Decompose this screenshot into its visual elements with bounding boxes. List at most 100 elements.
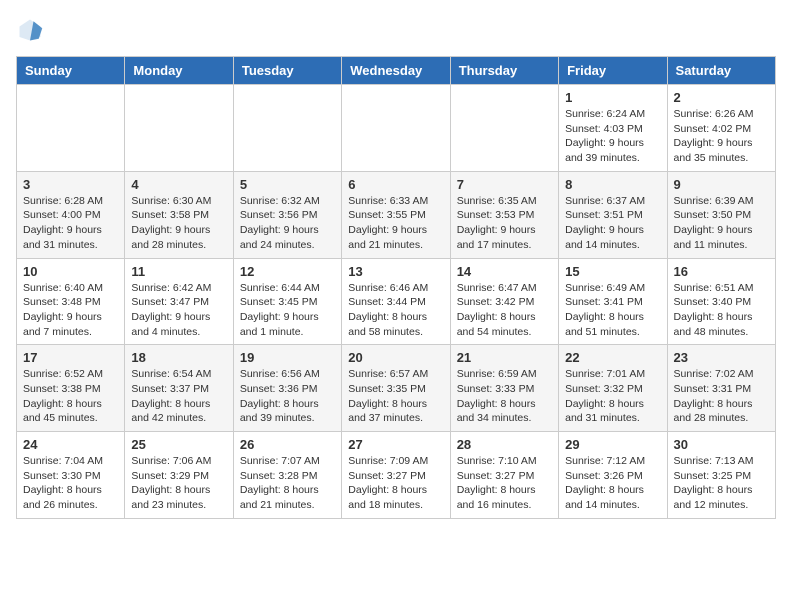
day-number: 20 bbox=[348, 350, 443, 365]
day-info: Sunrise: 6:44 AM Sunset: 3:45 PM Dayligh… bbox=[240, 281, 335, 340]
weekday-header-monday: Monday bbox=[125, 57, 233, 85]
calendar-cell: 9Sunrise: 6:39 AM Sunset: 3:50 PM Daylig… bbox=[667, 171, 775, 258]
day-info: Sunrise: 6:46 AM Sunset: 3:44 PM Dayligh… bbox=[348, 281, 443, 340]
weekday-header-friday: Friday bbox=[559, 57, 667, 85]
weekday-header-sunday: Sunday bbox=[17, 57, 125, 85]
calendar-cell: 10Sunrise: 6:40 AM Sunset: 3:48 PM Dayli… bbox=[17, 258, 125, 345]
day-number: 11 bbox=[131, 264, 226, 279]
day-number: 26 bbox=[240, 437, 335, 452]
weekday-header-row: SundayMondayTuesdayWednesdayThursdayFrid… bbox=[17, 57, 776, 85]
calendar-cell: 27 Sunrise: 7:09 AM Sunset: 3:27 PM Dayli… bbox=[342, 432, 450, 519]
calendar-cell: 7Sunrise: 6:35 AM Sunset: 3:53 PM Daylig… bbox=[450, 171, 558, 258]
day-number: 2 bbox=[674, 90, 769, 105]
calendar-cell: 30 Sunrise: 7:13 AM Sunset: 3:25 PM Dayli… bbox=[667, 432, 775, 519]
day-info: Sunrise: 6:37 AM Sunset: 3:51 PM Dayligh… bbox=[565, 194, 660, 253]
calendar-cell: 1 Sunrise: 6:24 AM Sunset: 4:03 PM Daylig… bbox=[559, 85, 667, 172]
day-info: Sunrise: 6:51 AM Sunset: 3:40 PM Dayligh… bbox=[674, 281, 769, 340]
day-number: 3 bbox=[23, 177, 118, 192]
logo-icon bbox=[16, 16, 44, 44]
week-row-2: 3 Sunrise: 6:28 AM Sunset: 4:00 PM Daylig… bbox=[17, 171, 776, 258]
calendar-cell: 25Sunrise: 7:06 AM Sunset: 3:29 PM Dayli… bbox=[125, 432, 233, 519]
day-info: Sunrise: 7:10 AM Sunset: 3:27 PM Dayligh… bbox=[457, 454, 552, 513]
day-number: 27 bbox=[348, 437, 443, 452]
day-number: 24 bbox=[23, 437, 118, 452]
calendar-cell: 3 Sunrise: 6:28 AM Sunset: 4:00 PM Daylig… bbox=[17, 171, 125, 258]
week-row-3: 10Sunrise: 6:40 AM Sunset: 3:48 PM Dayli… bbox=[17, 258, 776, 345]
day-info: Sunrise: 6:52 AM Sunset: 3:38 PM Dayligh… bbox=[23, 367, 118, 426]
calendar-cell: 12 Sunrise: 6:44 AM Sunset: 3:45 PM Dayli… bbox=[233, 258, 341, 345]
calendar-cell: 15 Sunrise: 6:49 AM Sunset: 3:41 PM Dayli… bbox=[559, 258, 667, 345]
day-info: Sunrise: 7:07 AM Sunset: 3:28 PM Dayligh… bbox=[240, 454, 335, 513]
day-info: Sunrise: 6:57 AM Sunset: 3:35 PM Dayligh… bbox=[348, 367, 443, 426]
day-info: Sunrise: 7:01 AM Sunset: 3:32 PM Dayligh… bbox=[565, 367, 660, 426]
day-number: 5 bbox=[240, 177, 335, 192]
day-info: Sunrise: 6:40 AM Sunset: 3:48 PM Dayligh… bbox=[23, 281, 118, 340]
day-info: Sunrise: 6:28 AM Sunset: 4:00 PM Dayligh… bbox=[23, 194, 118, 253]
day-number: 28 bbox=[457, 437, 552, 452]
day-number: 29 bbox=[565, 437, 660, 452]
day-info: Sunrise: 6:30 AM Sunset: 3:58 PM Dayligh… bbox=[131, 194, 226, 253]
calendar-cell: 13Sunrise: 6:46 AM Sunset: 3:44 PM Dayli… bbox=[342, 258, 450, 345]
day-number: 12 bbox=[240, 264, 335, 279]
day-number: 6 bbox=[348, 177, 443, 192]
weekday-header-tuesday: Tuesday bbox=[233, 57, 341, 85]
day-number: 16 bbox=[674, 264, 769, 279]
weekday-header-saturday: Saturday bbox=[667, 57, 775, 85]
calendar-cell bbox=[233, 85, 341, 172]
calendar-cell: 28 Sunrise: 7:10 AM Sunset: 3:27 PM Dayli… bbox=[450, 432, 558, 519]
calendar-cell bbox=[342, 85, 450, 172]
day-info: Sunrise: 6:42 AM Sunset: 3:47 PM Dayligh… bbox=[131, 281, 226, 340]
calendar-cell: 2 Sunrise: 6:26 AM Sunset: 4:02 PM Daylig… bbox=[667, 85, 775, 172]
day-info: Sunrise: 6:32 AM Sunset: 3:56 PM Dayligh… bbox=[240, 194, 335, 253]
calendar-cell: 4 Sunrise: 6:30 AM Sunset: 3:58 PM Daylig… bbox=[125, 171, 233, 258]
day-number: 22 bbox=[565, 350, 660, 365]
calendar-cell: 26 Sunrise: 7:07 AM Sunset: 3:28 PM Dayli… bbox=[233, 432, 341, 519]
calendar-cell bbox=[17, 85, 125, 172]
calendar-cell: 20 Sunrise: 6:57 AM Sunset: 3:35 PM Dayli… bbox=[342, 345, 450, 432]
weekday-header-thursday: Thursday bbox=[450, 57, 558, 85]
day-number: 4 bbox=[131, 177, 226, 192]
day-number: 18 bbox=[131, 350, 226, 365]
calendar-cell: 19 Sunrise: 6:56 AM Sunset: 3:36 PM Dayli… bbox=[233, 345, 341, 432]
calendar-cell: 16 Sunrise: 6:51 AM Sunset: 3:40 PM Dayli… bbox=[667, 258, 775, 345]
day-info: Sunrise: 6:26 AM Sunset: 4:02 PM Dayligh… bbox=[674, 107, 769, 166]
week-row-5: 24 Sunrise: 7:04 AM Sunset: 3:30 PM Dayli… bbox=[17, 432, 776, 519]
day-number: 17 bbox=[23, 350, 118, 365]
calendar: SundayMondayTuesdayWednesdayThursdayFrid… bbox=[16, 56, 776, 519]
weekday-header-wednesday: Wednesday bbox=[342, 57, 450, 85]
day-info: Sunrise: 7:13 AM Sunset: 3:25 PM Dayligh… bbox=[674, 454, 769, 513]
calendar-cell: 6Sunrise: 6:33 AM Sunset: 3:55 PM Daylig… bbox=[342, 171, 450, 258]
day-number: 14 bbox=[457, 264, 552, 279]
calendar-cell: 21Sunrise: 6:59 AM Sunset: 3:33 PM Dayli… bbox=[450, 345, 558, 432]
week-row-1: 1 Sunrise: 6:24 AM Sunset: 4:03 PM Daylig… bbox=[17, 85, 776, 172]
day-number: 15 bbox=[565, 264, 660, 279]
calendar-cell: 17 Sunrise: 6:52 AM Sunset: 3:38 PM Dayli… bbox=[17, 345, 125, 432]
week-row-4: 17 Sunrise: 6:52 AM Sunset: 3:38 PM Dayli… bbox=[17, 345, 776, 432]
calendar-cell: 29 Sunrise: 7:12 AM Sunset: 3:26 PM Dayli… bbox=[559, 432, 667, 519]
day-number: 25 bbox=[131, 437, 226, 452]
day-info: Sunrise: 6:35 AM Sunset: 3:53 PM Dayligh… bbox=[457, 194, 552, 253]
calendar-cell: 24 Sunrise: 7:04 AM Sunset: 3:30 PM Dayli… bbox=[17, 432, 125, 519]
day-info: Sunrise: 6:24 AM Sunset: 4:03 PM Dayligh… bbox=[565, 107, 660, 166]
calendar-cell: 18Sunrise: 6:54 AM Sunset: 3:37 PM Dayli… bbox=[125, 345, 233, 432]
day-number: 1 bbox=[565, 90, 660, 105]
calendar-cell: 5 Sunrise: 6:32 AM Sunset: 3:56 PM Daylig… bbox=[233, 171, 341, 258]
day-info: Sunrise: 7:04 AM Sunset: 3:30 PM Dayligh… bbox=[23, 454, 118, 513]
day-info: Sunrise: 6:59 AM Sunset: 3:33 PM Dayligh… bbox=[457, 367, 552, 426]
day-info: Sunrise: 7:12 AM Sunset: 3:26 PM Dayligh… bbox=[565, 454, 660, 513]
calendar-cell: 22 Sunrise: 7:01 AM Sunset: 3:32 PM Dayli… bbox=[559, 345, 667, 432]
day-number: 19 bbox=[240, 350, 335, 365]
day-number: 23 bbox=[674, 350, 769, 365]
calendar-cell bbox=[450, 85, 558, 172]
day-info: Sunrise: 7:09 AM Sunset: 3:27 PM Dayligh… bbox=[348, 454, 443, 513]
calendar-cell: 23 Sunrise: 7:02 AM Sunset: 3:31 PM Dayli… bbox=[667, 345, 775, 432]
day-number: 8 bbox=[565, 177, 660, 192]
calendar-cell: 14 Sunrise: 6:47 AM Sunset: 3:42 PM Dayli… bbox=[450, 258, 558, 345]
day-number: 30 bbox=[674, 437, 769, 452]
day-info: Sunrise: 6:39 AM Sunset: 3:50 PM Dayligh… bbox=[674, 194, 769, 253]
day-info: Sunrise: 6:47 AM Sunset: 3:42 PM Dayligh… bbox=[457, 281, 552, 340]
day-info: Sunrise: 7:02 AM Sunset: 3:31 PM Dayligh… bbox=[674, 367, 769, 426]
day-info: Sunrise: 6:49 AM Sunset: 3:41 PM Dayligh… bbox=[565, 281, 660, 340]
calendar-cell bbox=[125, 85, 233, 172]
day-info: Sunrise: 6:56 AM Sunset: 3:36 PM Dayligh… bbox=[240, 367, 335, 426]
